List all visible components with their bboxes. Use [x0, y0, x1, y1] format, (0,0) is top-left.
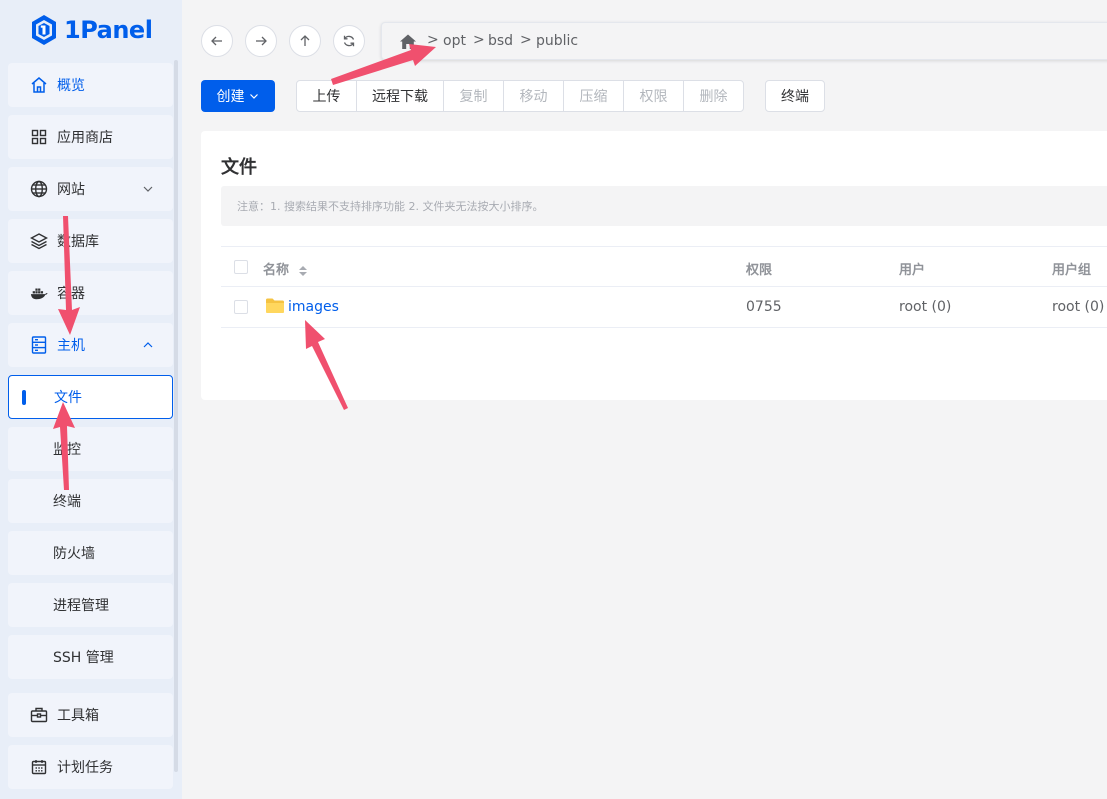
file-permission: 0755 — [746, 299, 782, 315]
home-icon — [30, 76, 48, 94]
globe-icon — [30, 180, 48, 198]
notice-banner: 注意：1. 搜索结果不支持排序功能 2. 文件夹无法按大小排序。 — [221, 186, 1107, 226]
chevron-down-icon — [141, 182, 155, 196]
file-list-card: 文件 注意：1. 搜索结果不支持排序功能 2. 文件夹无法按大小排序。 名称 权… — [201, 131, 1107, 400]
delete-button[interactable]: 删除 — [683, 80, 744, 112]
sidebar-item-label: 主机 — [57, 338, 85, 354]
compress-button[interactable]: 压缩 — [563, 80, 624, 112]
sidebar-item-label: 数据库 — [57, 234, 99, 250]
create-button-label: 创建 — [216, 89, 245, 105]
arrow-left-icon — [211, 36, 222, 46]
refresh-button[interactable] — [333, 25, 365, 57]
sidebar-item-label: 容器 — [57, 286, 85, 302]
table-header: 名称 权限 用户 用户组 — [221, 246, 1107, 287]
sidebar-item-container[interactable]: 容器 — [8, 271, 173, 315]
folder-icon — [265, 297, 285, 318]
logo-icon — [32, 15, 56, 45]
sidebar-subitem-monitor[interactable]: 监控 — [8, 427, 173, 471]
sidebar-subitem-files[interactable]: 文件 — [8, 375, 173, 419]
table-row[interactable]: images 0755 root (0) root (0) — [221, 287, 1107, 328]
file-user: root (0) — [899, 299, 952, 315]
sidebar-item-label: 监控 — [53, 442, 81, 458]
path-segment-bsd[interactable]: bsd — [488, 33, 513, 49]
permission-button[interactable]: 权限 — [623, 80, 684, 112]
sidebar-item-toolbox[interactable]: 工具箱 — [8, 693, 173, 737]
sidebar-item-label: 工具箱 — [57, 708, 99, 724]
arrow-up-icon — [300, 35, 310, 46]
sidebar-scrollbar[interactable] — [174, 60, 178, 772]
sidebar-subitem-terminal[interactable]: 终端 — [8, 479, 173, 523]
column-name-label: 名称 — [263, 263, 290, 278]
sidebar-subitem-firewall[interactable]: 防火墙 — [8, 531, 173, 575]
path-separator: > — [520, 32, 532, 48]
sidebar-item-host[interactable]: 主机 — [8, 323, 173, 367]
sidebar-item-label: 文件 — [54, 390, 82, 406]
file-actions-group: 上传 远程下载 复制 移动 压缩 权限 删除 — [296, 80, 744, 112]
file-group: root (0) — [1052, 299, 1105, 315]
server-icon — [30, 336, 48, 354]
path-segment-public[interactable]: public — [536, 33, 578, 49]
sidebar-item-label: 概览 — [57, 78, 85, 94]
back-button[interactable] — [201, 25, 233, 57]
up-button[interactable] — [289, 25, 321, 57]
logo[interactable]: 1Panel — [30, 12, 153, 48]
terminal-button[interactable]: 终端 — [765, 80, 825, 112]
sidebar-item-label: 进程管理 — [53, 598, 109, 614]
chevron-up-icon — [141, 338, 155, 352]
column-name[interactable]: 名称 — [263, 259, 308, 278]
toolbox-icon — [30, 706, 48, 724]
sidebar-subitem-ssh[interactable]: SSH 管理 — [8, 635, 173, 679]
row-checkbox[interactable] — [234, 300, 248, 314]
file-name-link[interactable]: images — [288, 299, 339, 315]
sidebar-item-label: 网站 — [57, 182, 85, 198]
select-all-checkbox[interactable] — [234, 260, 248, 274]
docker-icon — [30, 284, 48, 302]
home-icon[interactable] — [399, 33, 417, 51]
create-button[interactable]: 创建 — [201, 80, 275, 112]
sort-icon[interactable] — [298, 265, 308, 277]
path-separator: > — [427, 32, 439, 48]
forward-button[interactable] — [245, 25, 277, 57]
move-button[interactable]: 移动 — [503, 80, 564, 112]
path-segment-opt[interactable]: opt — [443, 33, 466, 49]
layers-icon — [30, 232, 48, 250]
logo-text: 1Panel — [64, 16, 153, 44]
sidebar-item-cronjob[interactable]: 计划任务 — [8, 745, 173, 789]
apps-grid-icon — [30, 128, 48, 146]
refresh-icon — [343, 35, 355, 47]
upload-button[interactable]: 上传 — [296, 80, 357, 112]
page-title: 文件 — [221, 157, 257, 178]
copy-button[interactable]: 复制 — [443, 80, 504, 112]
sidebar-item-label: 计划任务 — [57, 760, 113, 776]
sidebar-subitem-process[interactable]: 进程管理 — [8, 583, 173, 627]
sidebar-item-appstore[interactable]: 应用商店 — [8, 115, 173, 159]
sidebar-item-label: 应用商店 — [57, 130, 113, 146]
calendar-icon — [30, 758, 48, 776]
path-breadcrumb[interactable]: > opt > bsd > public — [381, 22, 1107, 60]
column-group: 用户组 — [1052, 263, 1092, 278]
path-separator: > — [473, 32, 485, 48]
arrow-right-icon — [256, 36, 267, 46]
remote-download-button[interactable]: 远程下载 — [356, 80, 444, 112]
sidebar-item-label: SSH 管理 — [53, 650, 114, 666]
notice-text: 注意：1. 搜索结果不支持排序功能 2. 文件夹无法按大小排序。 — [237, 200, 544, 213]
chevron-down-icon — [249, 94, 258, 99]
sidebar-item-overview[interactable]: 概览 — [8, 63, 173, 107]
sidebar: 1Panel 概览 应用商店 网站 数据库 容器 主机 文件 监控 终端 防火墙… — [0, 0, 182, 799]
sidebar-item-website[interactable]: 网站 — [8, 167, 173, 211]
sidebar-item-label: 终端 — [53, 494, 81, 510]
sidebar-item-label: 防火墙 — [53, 546, 95, 562]
column-user: 用户 — [899, 263, 926, 278]
selection-indicator — [22, 390, 26, 405]
column-permission: 权限 — [746, 263, 773, 278]
sidebar-item-database[interactable]: 数据库 — [8, 219, 173, 263]
app-root: 1Panel 概览 应用商店 网站 数据库 容器 主机 文件 监控 终端 防火墙… — [0, 0, 1107, 799]
